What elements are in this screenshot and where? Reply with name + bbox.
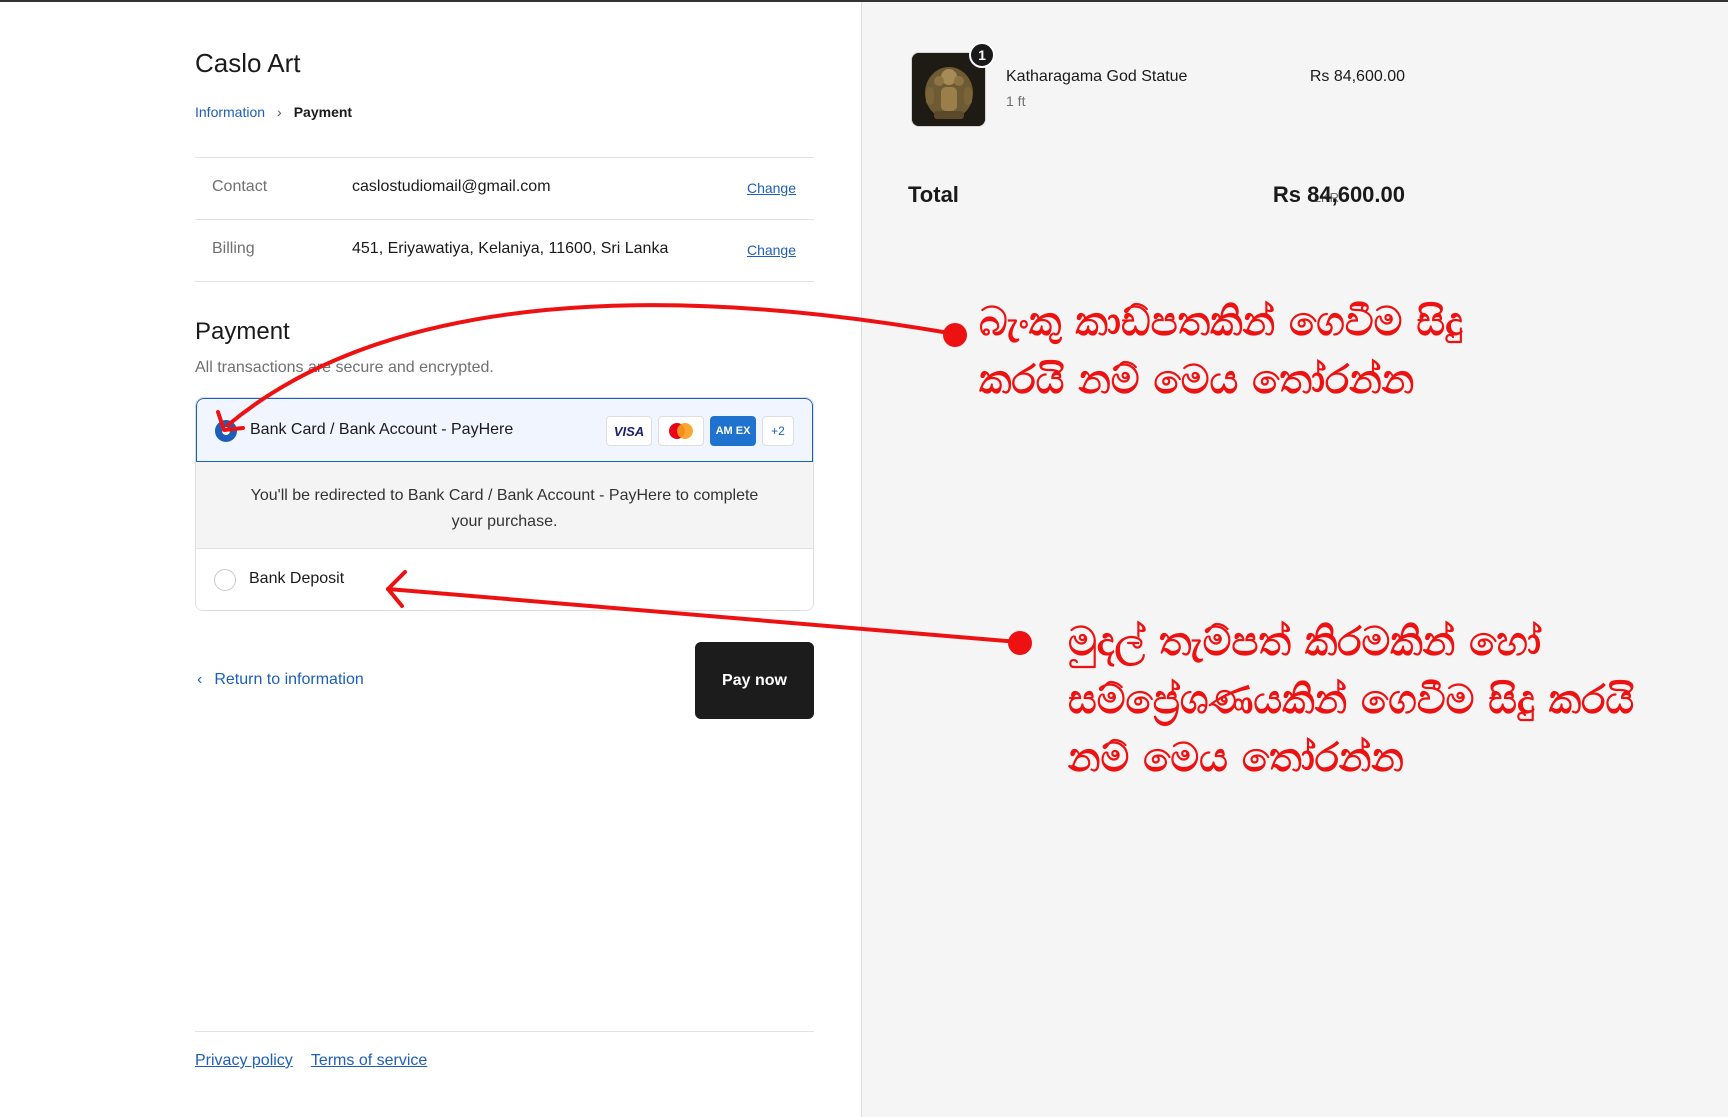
footer-links: Privacy policy Terms of service — [195, 1052, 427, 1070]
privacy-policy-link[interactable]: Privacy policy — [195, 1052, 293, 1070]
payhere-label: Bank Card / Bank Account - PayHere — [250, 421, 514, 438]
redirect-notice: You'll be redirected to Bank Card / Bank… — [196, 462, 813, 549]
breadcrumb-information[interactable]: Information — [195, 104, 265, 120]
mastercard-icon — [658, 416, 704, 446]
pay-now-button[interactable]: Pay now — [695, 642, 814, 719]
billing-label: Billing — [212, 240, 255, 257]
annotation-2-line-1: මුදල් තැම්පත් කිරමකින් හෝ — [1068, 619, 1542, 665]
payment-method-bank-deposit[interactable]: Bank Deposit — [196, 549, 813, 610]
chevron-left-icon: ‹ — [197, 671, 203, 688]
product-name: Katharagama God Statue — [1006, 68, 1188, 85]
annotation-2-line-2: සම්ප්‍රේශණයකින් ගෙවීම සිදු කරයි — [1068, 677, 1635, 723]
contact-value: caslostudiomail@gmail.com — [352, 178, 551, 195]
annotation-2-line-3: නම් මෙය තෝරන්න — [1068, 735, 1404, 781]
quantity-badge: 1 — [969, 42, 995, 68]
payment-subtitle: All transactions are secure and encrypte… — [195, 359, 494, 376]
billing-row: Billing 451, Eriyawatiya, Kelaniya, 1160… — [195, 220, 814, 282]
product-price: Rs 84,600.00 — [1309, 68, 1405, 85]
contact-row: Contact caslostudiomail@gmail.com Change — [195, 158, 814, 220]
terms-of-service-link[interactable]: Terms of service — [311, 1052, 427, 1070]
chevron-right-icon: › — [277, 104, 282, 120]
billing-value: 451, Eriyawatiya, Kelaniya, 11600, Sri L… — [352, 240, 669, 257]
contact-label: Contact — [212, 178, 268, 195]
footer-divider — [195, 1031, 814, 1032]
annotation-bank-deposit: මුදල් තැම්පත් කිරමකින් හෝ සම්ප්‍රේශණයකින… — [1068, 613, 1708, 787]
breadcrumb: Information › Payment — [195, 104, 352, 120]
payhere-radio[interactable] — [215, 420, 237, 442]
annotation-1-line-2: කරයි නම් මෙය තෝරන්න — [979, 357, 1415, 403]
more-cards-badge: +2 — [762, 416, 794, 446]
return-label: Return to information — [214, 671, 364, 688]
payment-title: Payment — [195, 318, 290, 345]
bank-deposit-label: Bank Deposit — [249, 570, 345, 587]
bank-deposit-radio[interactable] — [214, 569, 236, 591]
review-block: Contact caslostudiomail@gmail.com Change… — [195, 157, 814, 282]
payment-methods: Bank Card / Bank Account - PayHere VISA … — [195, 397, 814, 611]
payment-method-payhere[interactable]: Bank Card / Bank Account - PayHere VISA … — [196, 398, 813, 462]
visa-icon: VISA — [606, 416, 652, 446]
change-contact-link[interactable]: Change — [747, 180, 796, 196]
annotation-card-payment: බැංකු කාඩ්පතකින් ගෙවීම සිදු කරයි නම් මෙය… — [979, 293, 1539, 409]
amex-icon: AM EX — [710, 416, 756, 446]
breadcrumb-payment: Payment — [293, 104, 353, 120]
total-label: Total — [908, 182, 959, 207]
return-to-information-link[interactable]: ‹ Return to information — [197, 671, 364, 689]
total-value: Rs 84,600.00 — [1272, 182, 1405, 207]
change-billing-link[interactable]: Change — [747, 242, 796, 258]
card-icons: VISA AM EX +2 — [606, 416, 794, 446]
annotation-1-line-1: බැංකු කාඩ්පතකින් ගෙවීම සිදු — [979, 299, 1463, 345]
product-variant: 1 ft — [1006, 93, 1026, 109]
store-name: Caslo Art — [195, 48, 301, 78]
order-summary-panel — [861, 2, 1728, 1117]
